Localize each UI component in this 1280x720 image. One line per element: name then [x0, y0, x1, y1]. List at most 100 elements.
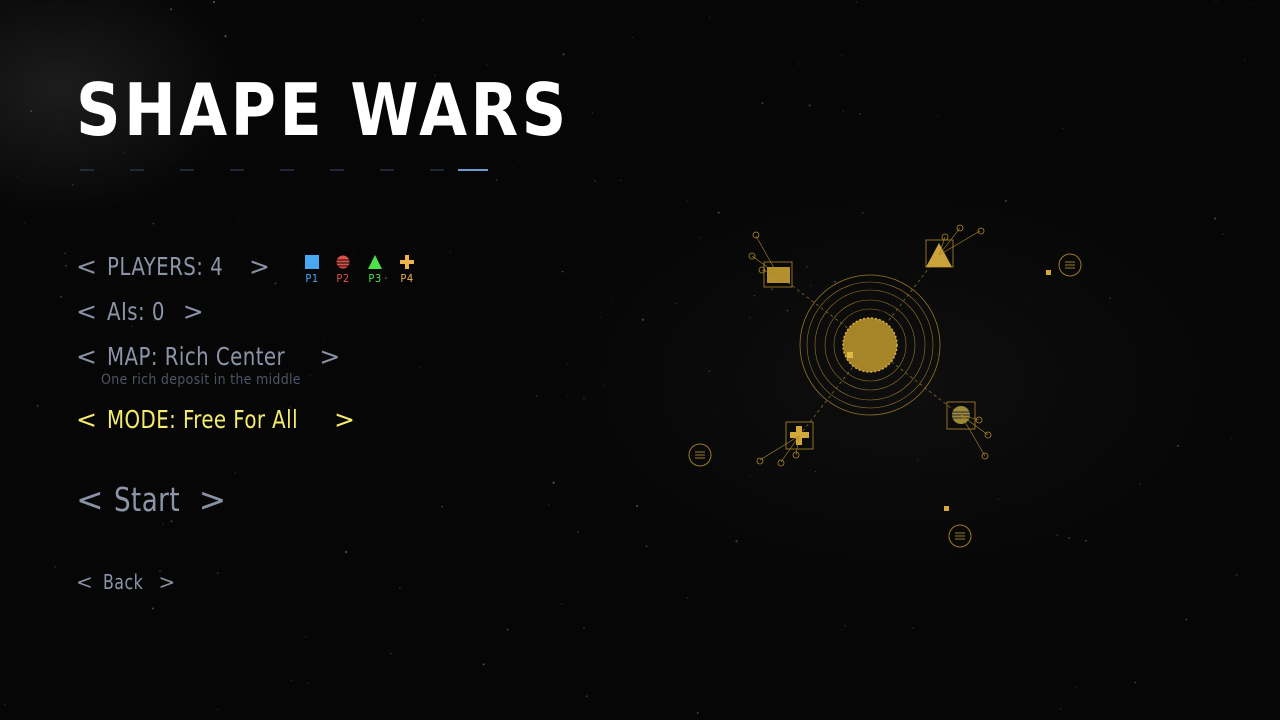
star [1136, 247, 1138, 249]
star [645, 545, 648, 548]
back-button[interactable]: < Back > [76, 570, 175, 594]
star [151, 607, 154, 610]
star [561, 270, 564, 273]
players-selector[interactable]: < PLAYERS: 4 > [76, 252, 270, 281]
star [496, 179, 498, 181]
star [619, 179, 622, 182]
star [274, 282, 277, 285]
ais-selector[interactable]: < AIs: 0 > [76, 297, 204, 326]
star [122, 151, 125, 154]
back-left-arrow[interactable]: < [76, 570, 93, 594]
back-label: Back [102, 570, 143, 594]
star [212, 1, 216, 4]
star [390, 652, 392, 655]
striped-circle-icon [333, 254, 353, 270]
star [1213, 217, 1217, 220]
player-2-badge: P2 [333, 254, 353, 285]
player-4-label: P4 [400, 272, 414, 285]
star [686, 597, 689, 600]
star [1243, 58, 1246, 61]
star [631, 36, 633, 39]
star [399, 587, 401, 589]
star [290, 679, 292, 681]
star [855, 1, 858, 3]
star [441, 453, 443, 455]
star [641, 318, 645, 321]
star [1230, 437, 1232, 440]
star [309, 374, 312, 377]
p4-base [756, 421, 814, 467]
star [808, 104, 811, 107]
star [215, 26, 217, 28]
star [422, 19, 424, 21]
star [611, 298, 613, 300]
star [1062, 127, 1064, 130]
star [912, 627, 914, 629]
star [635, 504, 639, 508]
player-4-badge: P4 [397, 254, 417, 285]
star [64, 252, 66, 254]
star [60, 295, 62, 298]
star [506, 628, 509, 631]
star [419, 367, 421, 368]
star [861, 211, 864, 215]
square-icon [302, 254, 322, 270]
player-2-label: P2 [336, 272, 350, 285]
star [575, 621, 577, 623]
mode-next-arrow[interactable]: > [334, 405, 355, 434]
star [36, 404, 39, 407]
star [170, 8, 173, 11]
star [583, 627, 585, 629]
star [627, 403, 629, 405]
map-prev-arrow[interactable]: < [76, 342, 97, 371]
star [686, 200, 688, 202]
back-right-arrow[interactable]: > [158, 570, 175, 594]
star [547, 503, 550, 506]
star [1227, 369, 1229, 371]
star [1074, 686, 1077, 688]
mode-prev-arrow[interactable]: < [76, 405, 97, 434]
star [1215, 0, 1217, 2]
star [1109, 297, 1112, 299]
star [1221, 233, 1224, 235]
start-button[interactable]: < Start > [76, 480, 226, 519]
ais-prev-arrow[interactable]: < [76, 297, 97, 326]
star [696, 711, 699, 714]
star [1004, 199, 1007, 202]
star [170, 520, 173, 523]
star [23, 222, 26, 224]
star [709, 16, 711, 18]
cross-icon [397, 254, 417, 270]
star [841, 628, 843, 630]
star [30, 110, 33, 113]
star [152, 222, 155, 225]
star [566, 395, 568, 397]
star [602, 384, 605, 387]
star [143, 235, 145, 237]
ais-next-arrow[interactable]: > [183, 297, 204, 326]
star [441, 505, 443, 508]
star [552, 481, 555, 484]
star [901, 10, 903, 11]
star [224, 34, 227, 38]
star [675, 303, 677, 304]
star [717, 211, 720, 214]
players-prev-arrow[interactable]: < [76, 252, 97, 281]
map-selector[interactable]: < MAP: Rich Center > [76, 342, 340, 371]
star [761, 102, 764, 105]
start-right-arrow[interactable]: > [199, 480, 227, 519]
mode-selector[interactable]: < MODE: Free For All > [76, 405, 355, 434]
star [566, 364, 568, 366]
star [1011, 97, 1013, 99]
star [859, 112, 861, 115]
star [161, 523, 164, 526]
start-left-arrow[interactable]: < [76, 480, 104, 519]
start-label: Start [113, 480, 180, 519]
map-next-arrow[interactable]: > [319, 342, 340, 371]
star [482, 663, 485, 666]
star [535, 395, 538, 398]
star [675, 678, 677, 680]
title-underline [80, 169, 488, 171]
player-1-label: P1 [305, 272, 319, 285]
players-next-arrow[interactable]: > [249, 252, 270, 281]
